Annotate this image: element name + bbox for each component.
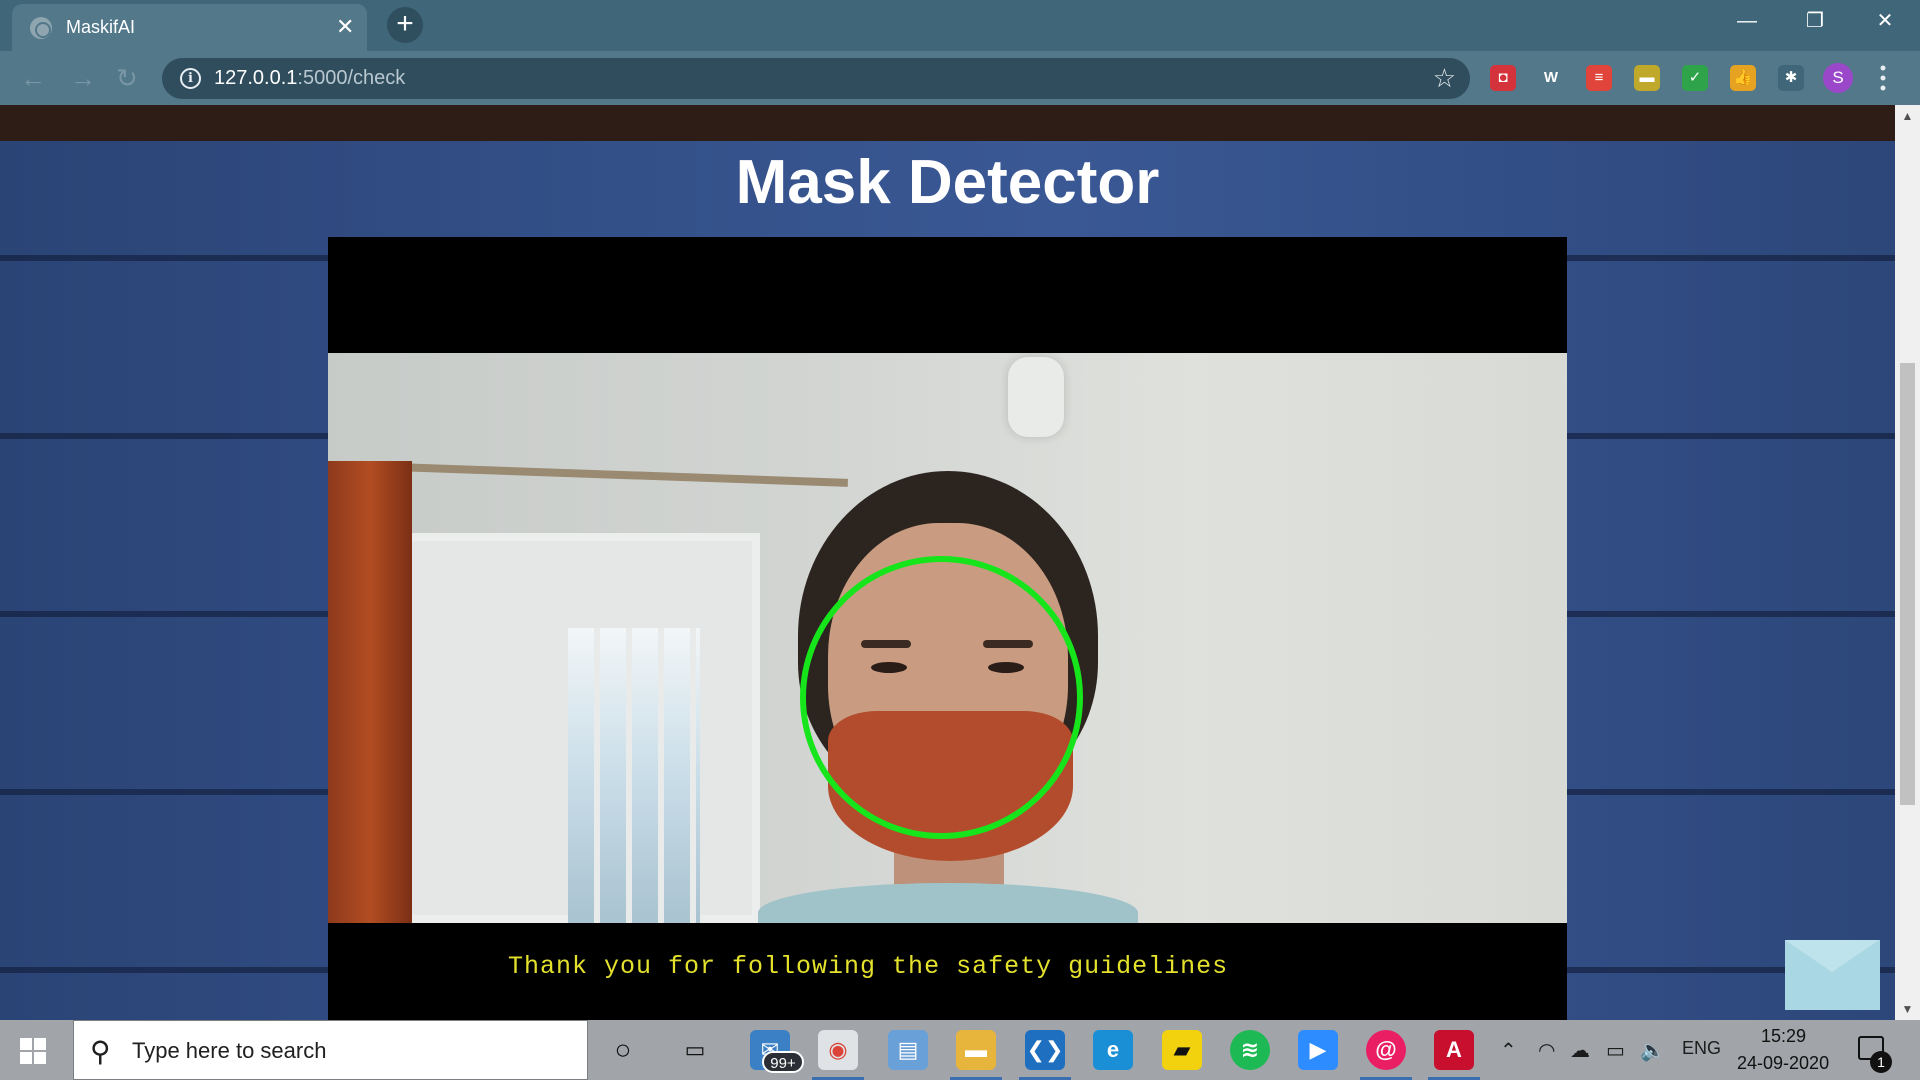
detection-ring [800, 556, 1083, 839]
camera-frame [328, 353, 1567, 923]
w-extension-icon[interactable]: W [1538, 65, 1564, 91]
sticky-notes-icon[interactable]: ▰ [1162, 1030, 1202, 1070]
vscode-icon[interactable]: ❮❯ [1019, 1030, 1071, 1080]
scroll-thumb[interactable] [1900, 363, 1915, 805]
person-shirt [758, 883, 1138, 923]
window-grille [568, 628, 700, 923]
browser-toolbar: ← → ↻ i 127.0.0.1:5000/check ☆ ◘ W ≡ ▬ ✓ 👍 ✱ S [0, 51, 1920, 105]
url-text[interactable]: 127.0.0.1:5000/check [214, 67, 405, 90]
page-viewport: Mask Detector Thank you for following th… [0, 105, 1920, 1020]
taskbar-search[interactable]: ⚲ Type here to search [73, 1020, 588, 1080]
debian-swirl-icon[interactable]: @ [1360, 1030, 1412, 1080]
spotify-icon[interactable]: ≋ [1230, 1030, 1270, 1070]
forward-arrow-icon[interactable]: → [70, 63, 96, 93]
zoom-icon[interactable]: ▶ [1298, 1030, 1338, 1070]
page-scrollbar[interactable]: ▲ ▼ [1895, 105, 1920, 1020]
tray-expand-icon[interactable]: ⌃ [1500, 1038, 1517, 1063]
page-navbar [0, 105, 1895, 141]
language-indicator[interactable]: ENG [1682, 1038, 1721, 1059]
browser-titlebar: MaskifAI ✕ + — ❐ ✕ [0, 0, 1920, 51]
windows-start-icon[interactable] [20, 1038, 46, 1064]
tab-title: MaskifAI [66, 17, 136, 37]
back-arrow-icon[interactable]: ← [20, 63, 46, 93]
scroll-down-arrow-icon[interactable]: ▼ [1895, 998, 1920, 1020]
chrome-icon[interactable]: ◉ [812, 1030, 864, 1080]
page-title: Mask Detector [735, 148, 1160, 217]
wifi-icon[interactable]: ◠ [1538, 1038, 1555, 1063]
curtain [328, 461, 412, 923]
close-window-button[interactable]: ✕ [1860, 6, 1910, 36]
battery-icon[interactable]: ▭ [1606, 1038, 1625, 1063]
volume-icon[interactable]: 🔈 [1640, 1038, 1665, 1063]
restore-button[interactable]: ❐ [1790, 6, 1840, 36]
search-placeholder: Type here to search [132, 1038, 327, 1063]
mail-unread-badge: 99+ [762, 1051, 804, 1073]
profile-avatar[interactable]: S [1823, 63, 1853, 93]
wall-light [1008, 357, 1064, 437]
onedrive-icon[interactable]: ☁ [1570, 1038, 1590, 1063]
thumbs-up-extension-icon[interactable]: 👍 [1730, 65, 1756, 91]
search-icon: ⚲ [90, 1036, 111, 1067]
video-feed: Thank you for following the safety guide… [328, 237, 1567, 1020]
curtain-rod [397, 463, 849, 487]
new-tab-button[interactable]: + [387, 7, 423, 43]
acrobat-icon[interactable]: A [1428, 1030, 1480, 1080]
clock-time[interactable]: 15:29 [1761, 1026, 1806, 1047]
globe-icon [30, 17, 52, 39]
browser-tab[interactable]: MaskifAI ✕ [12, 4, 367, 51]
browser-menu-icon[interactable] [1880, 63, 1886, 93]
close-tab-icon[interactable]: ✕ [336, 14, 354, 40]
taskbar: ⚲ Type here to search ○ ▭ ✉ ◉ ▤ ▬ ❮❯ e ▰… [0, 1020, 1920, 1080]
video-caption: Thank you for following the safety guide… [508, 952, 1229, 981]
cortana-icon[interactable]: ○ [603, 1030, 643, 1070]
chat-envelope-icon[interactable] [1785, 940, 1880, 1010]
notification-count[interactable]: 1 [1870, 1051, 1892, 1073]
file-explorer-icon[interactable]: ▬ [950, 1030, 1002, 1080]
notes-extension-icon[interactable]: ▬ [1634, 65, 1660, 91]
edge-icon[interactable]: e [1093, 1030, 1133, 1070]
url-host: 127.0.0.1 [214, 67, 298, 89]
bookmark-star-icon[interactable]: ☆ [1433, 63, 1456, 94]
address-bar[interactable]: i 127.0.0.1:5000/check ☆ [162, 58, 1470, 99]
reload-icon[interactable]: ↻ [116, 63, 138, 93]
puzzle-extension-icon[interactable]: ✱ [1778, 65, 1804, 91]
url-path: :5000/check [297, 67, 406, 89]
scroll-up-arrow-icon[interactable]: ▲ [1895, 105, 1920, 127]
desktop-app-icon[interactable]: ▤ [888, 1030, 928, 1070]
pocket-extension-icon[interactable]: ◘ [1490, 65, 1516, 91]
site-info-icon[interactable]: i [180, 68, 201, 89]
task-view-icon[interactable]: ▭ [675, 1030, 715, 1070]
clock-date[interactable]: 24-09-2020 [1737, 1053, 1829, 1074]
shield-extension-icon[interactable]: ✓ [1682, 65, 1708, 91]
todoist-extension-icon[interactable]: ≡ [1586, 65, 1612, 91]
minimize-button[interactable]: — [1722, 6, 1772, 36]
